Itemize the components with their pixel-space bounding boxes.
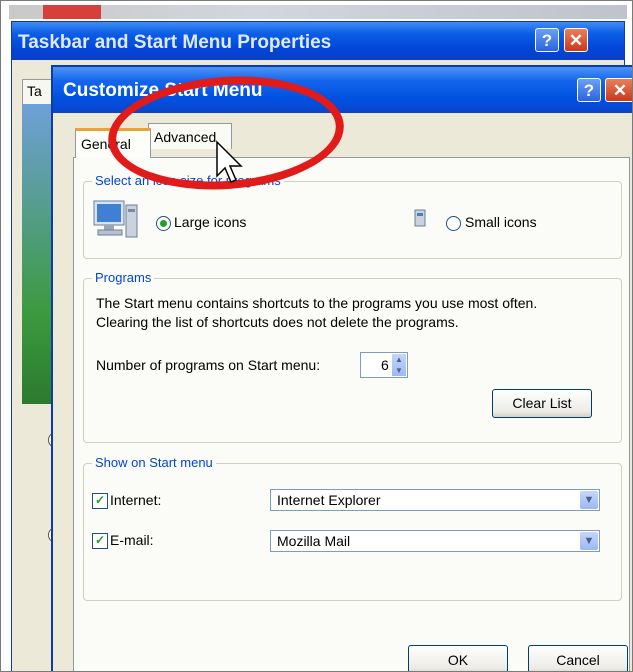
program-count-label: Number of programs on Start menu: <box>96 357 321 373</box>
small-computer-icon <box>414 209 426 227</box>
internet-browser-value: Internet Explorer <box>277 492 381 508</box>
clear-list-button[interactable]: Clear List <box>492 389 592 418</box>
dialog-close-button[interactable]: ✕ <box>605 78 632 102</box>
small-icons-radio[interactable] <box>446 216 461 231</box>
internet-browser-select[interactable]: Internet Explorer ▼ <box>270 489 600 511</box>
chevron-down-icon[interactable]: ▼ <box>580 532 598 550</box>
mouse-pointer-icon <box>216 140 243 183</box>
program-count-spinner[interactable]: 6 ▲ ▼ <box>360 352 408 378</box>
email-client-select[interactable]: Mozilla Mail ▼ <box>270 530 600 552</box>
internet-label[interactable]: Internet: <box>110 492 161 508</box>
large-icons-label[interactable]: Large icons <box>174 214 246 230</box>
background-taskbar-strip <box>9 5 627 19</box>
icon-size-group: Select an icon size for programs Large i… <box>83 173 622 259</box>
programs-description-line2: Clearing the list of shortcuts does not … <box>96 314 459 330</box>
email-client-value: Mozilla Mail <box>277 533 351 549</box>
ok-button[interactable]: OK <box>408 645 508 671</box>
background-red-element <box>43 5 101 19</box>
spinner-arrows-icon[interactable]: ▲ ▼ <box>392 354 406 376</box>
large-icons-radio[interactable] <box>156 216 171 231</box>
email-label[interactable]: E-mail: <box>110 532 154 548</box>
programs-group: Programs The Start menu contains shortcu… <box>83 270 622 443</box>
general-tab-panel: Select an icon size for programs Large i… <box>73 157 630 671</box>
small-icons-label[interactable]: Small icons <box>465 214 537 230</box>
internet-checkbox[interactable]: ✓ <box>92 493 108 509</box>
programs-description-line1: The Start menu contains shortcuts to the… <box>96 295 538 311</box>
program-count-value[interactable]: 6 <box>381 357 389 373</box>
chevron-down-icon[interactable]: ▼ <box>580 491 598 509</box>
show-on-start-legend: Show on Start menu <box>92 455 216 470</box>
taskbar-properties-title: Taskbar and Start Menu Properties <box>18 32 332 53</box>
dialog-help-button[interactable]: ? <box>577 78 601 102</box>
programs-legend: Programs <box>92 270 155 285</box>
show-on-start-group: Show on Start menu ✓ Internet: Internet … <box>83 455 622 601</box>
cancel-button[interactable]: Cancel <box>528 645 628 671</box>
screenshot-frame: Taskbar and Start Menu Properties ? ✕ Ta… <box>0 0 633 672</box>
back-help-button[interactable]: ? <box>535 28 559 52</box>
email-checkbox[interactable]: ✓ <box>92 533 108 549</box>
taskbar-properties-titlebar: Taskbar and Start Menu Properties ? ✕ <box>12 22 624 60</box>
large-computer-icon <box>93 200 138 238</box>
back-close-button[interactable]: ✕ <box>564 28 588 52</box>
